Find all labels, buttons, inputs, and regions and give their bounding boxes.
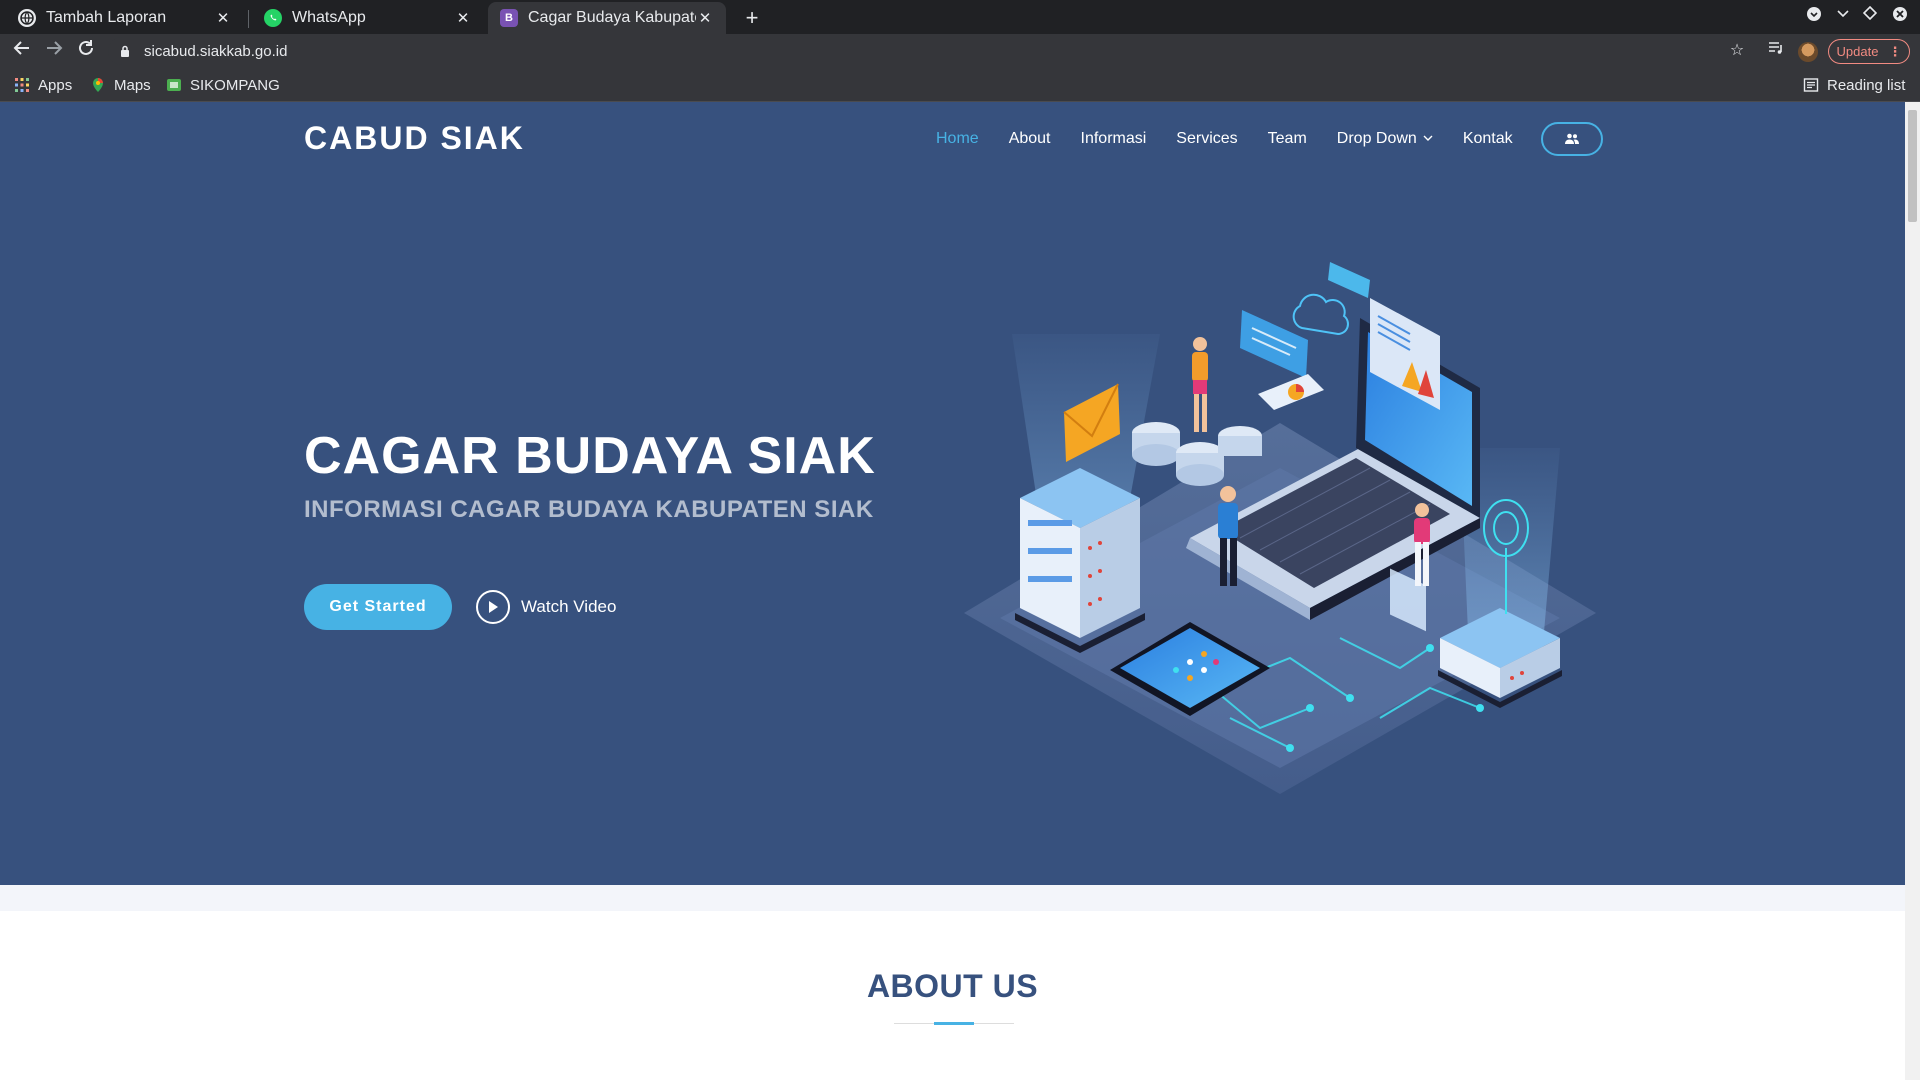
get-started-button[interactable]: Get Started [304,584,452,630]
tab-whatsapp[interactable]: WhatsApp ✕ [252,2,484,34]
bookmark-maps[interactable]: Maps [90,74,151,96]
tab-search-icon[interactable] [1804,6,1824,26]
watch-video-label: Watch Video [521,597,617,616]
web-page: CABUD SIAK Home About Informasi Services… [0,102,1905,1080]
nav-home[interactable]: Home [936,130,979,148]
nav-about[interactable]: About [1009,130,1051,148]
globe-icon [18,9,36,27]
forward-icon[interactable] [42,39,66,63]
maximize-icon[interactable] [1860,5,1880,26]
nav-kontak[interactable]: Kontak [1463,130,1513,148]
bookmark-apps[interactable]: Apps [14,74,72,96]
nav-dropdown[interactable]: Drop Down [1337,130,1433,148]
lock-icon[interactable] [118,44,132,58]
nav-team[interactable]: Team [1268,130,1307,148]
back-icon[interactable] [10,39,34,63]
nav-informasi[interactable]: Informasi [1081,130,1147,148]
tab-title: WhatsApp [292,9,366,26]
play-icon [476,590,510,624]
chevron-down-icon [1423,133,1433,145]
users-icon [1565,133,1579,144]
scrollbar-thumb[interactable] [1908,110,1917,222]
reload-icon[interactable] [74,39,98,63]
browser-toolbar: sicabud.siakkab.go.id ☆ Update ⋮ [0,34,1920,68]
hero-section: CABUD SIAK Home About Informasi Services… [0,102,1905,885]
bookmarks-bar: Apps Maps SIKOMPANG Reading list [0,68,1920,102]
watch-video-button[interactable]: Watch Video [476,590,616,624]
update-label: Update [1836,44,1879,59]
reading-list-button[interactable]: Reading list [1803,74,1905,96]
bookmark-label: SIKOMPANG [190,76,280,94]
whatsapp-icon [264,9,282,27]
bookmark-label: Maps [114,76,151,94]
media-controls-icon[interactable] [1765,40,1787,62]
kebab-menu-icon: ⋮ [1888,43,1902,59]
reading-list-label: Reading list [1827,76,1906,94]
close-tab-icon[interactable]: ✕ [696,9,714,27]
update-button[interactable]: Update ⋮ [1828,39,1910,64]
url-text: sicabud.siakkab.go.id [144,42,288,60]
sikompang-icon [167,79,181,91]
nav-services[interactable]: Services [1176,130,1237,148]
close-tab-icon[interactable]: ✕ [454,9,472,27]
new-tab-button[interactable]: + [738,4,766,32]
bookmark-star-icon[interactable]: ☆ [1726,40,1748,62]
login-button[interactable] [1541,122,1603,156]
site-logo[interactable]: CABUD SIAK [304,120,525,157]
address-bar[interactable]: sicabud.siakkab.go.id [108,37,1773,65]
hero-title: CAGAR BUDAYA SIAK [304,427,876,485]
about-title: ABOUT US [866,968,1039,1004]
tab-tambah-laporan[interactable]: Tambah Laporan ✕ [6,2,244,34]
tab-strip: Tambah Laporan ✕ WhatsApp ✕ B Cagar Buda… [0,0,1920,34]
tab-title: Tambah Laporan [46,9,167,26]
about-underline-accent [934,1022,974,1025]
close-tab-icon[interactable]: ✕ [214,9,232,27]
bootstrap-icon: B [500,9,518,27]
section-divider-strip [0,885,1905,911]
bookmark-sikompang[interactable]: SIKOMPANG [166,74,280,96]
hero-illustration [964,262,1596,794]
reading-list-icon [1803,78,1819,92]
main-nav: Home About Informasi Services Team Drop … [936,130,1543,148]
page-scrollbar[interactable] [1905,102,1920,1080]
close-window-icon[interactable] [1890,6,1910,26]
maps-pin-icon [93,78,103,92]
tab-divider [248,10,249,28]
tab-cagar-budaya[interactable]: B Cagar Budaya Kabupaten ✕ [488,2,726,34]
bookmark-label: Apps [38,76,73,94]
profile-avatar[interactable] [1798,42,1818,62]
nav-dropdown-label: Drop Down [1336,130,1417,147]
hero-subtitle: INFORMASI CAGAR BUDAYA KABUPATEN SIAK [304,496,874,523]
apps-grid-icon [15,78,29,92]
minimize-icon[interactable] [1833,6,1853,26]
tab-title: Cagar Budaya Kabupaten [528,9,696,26]
